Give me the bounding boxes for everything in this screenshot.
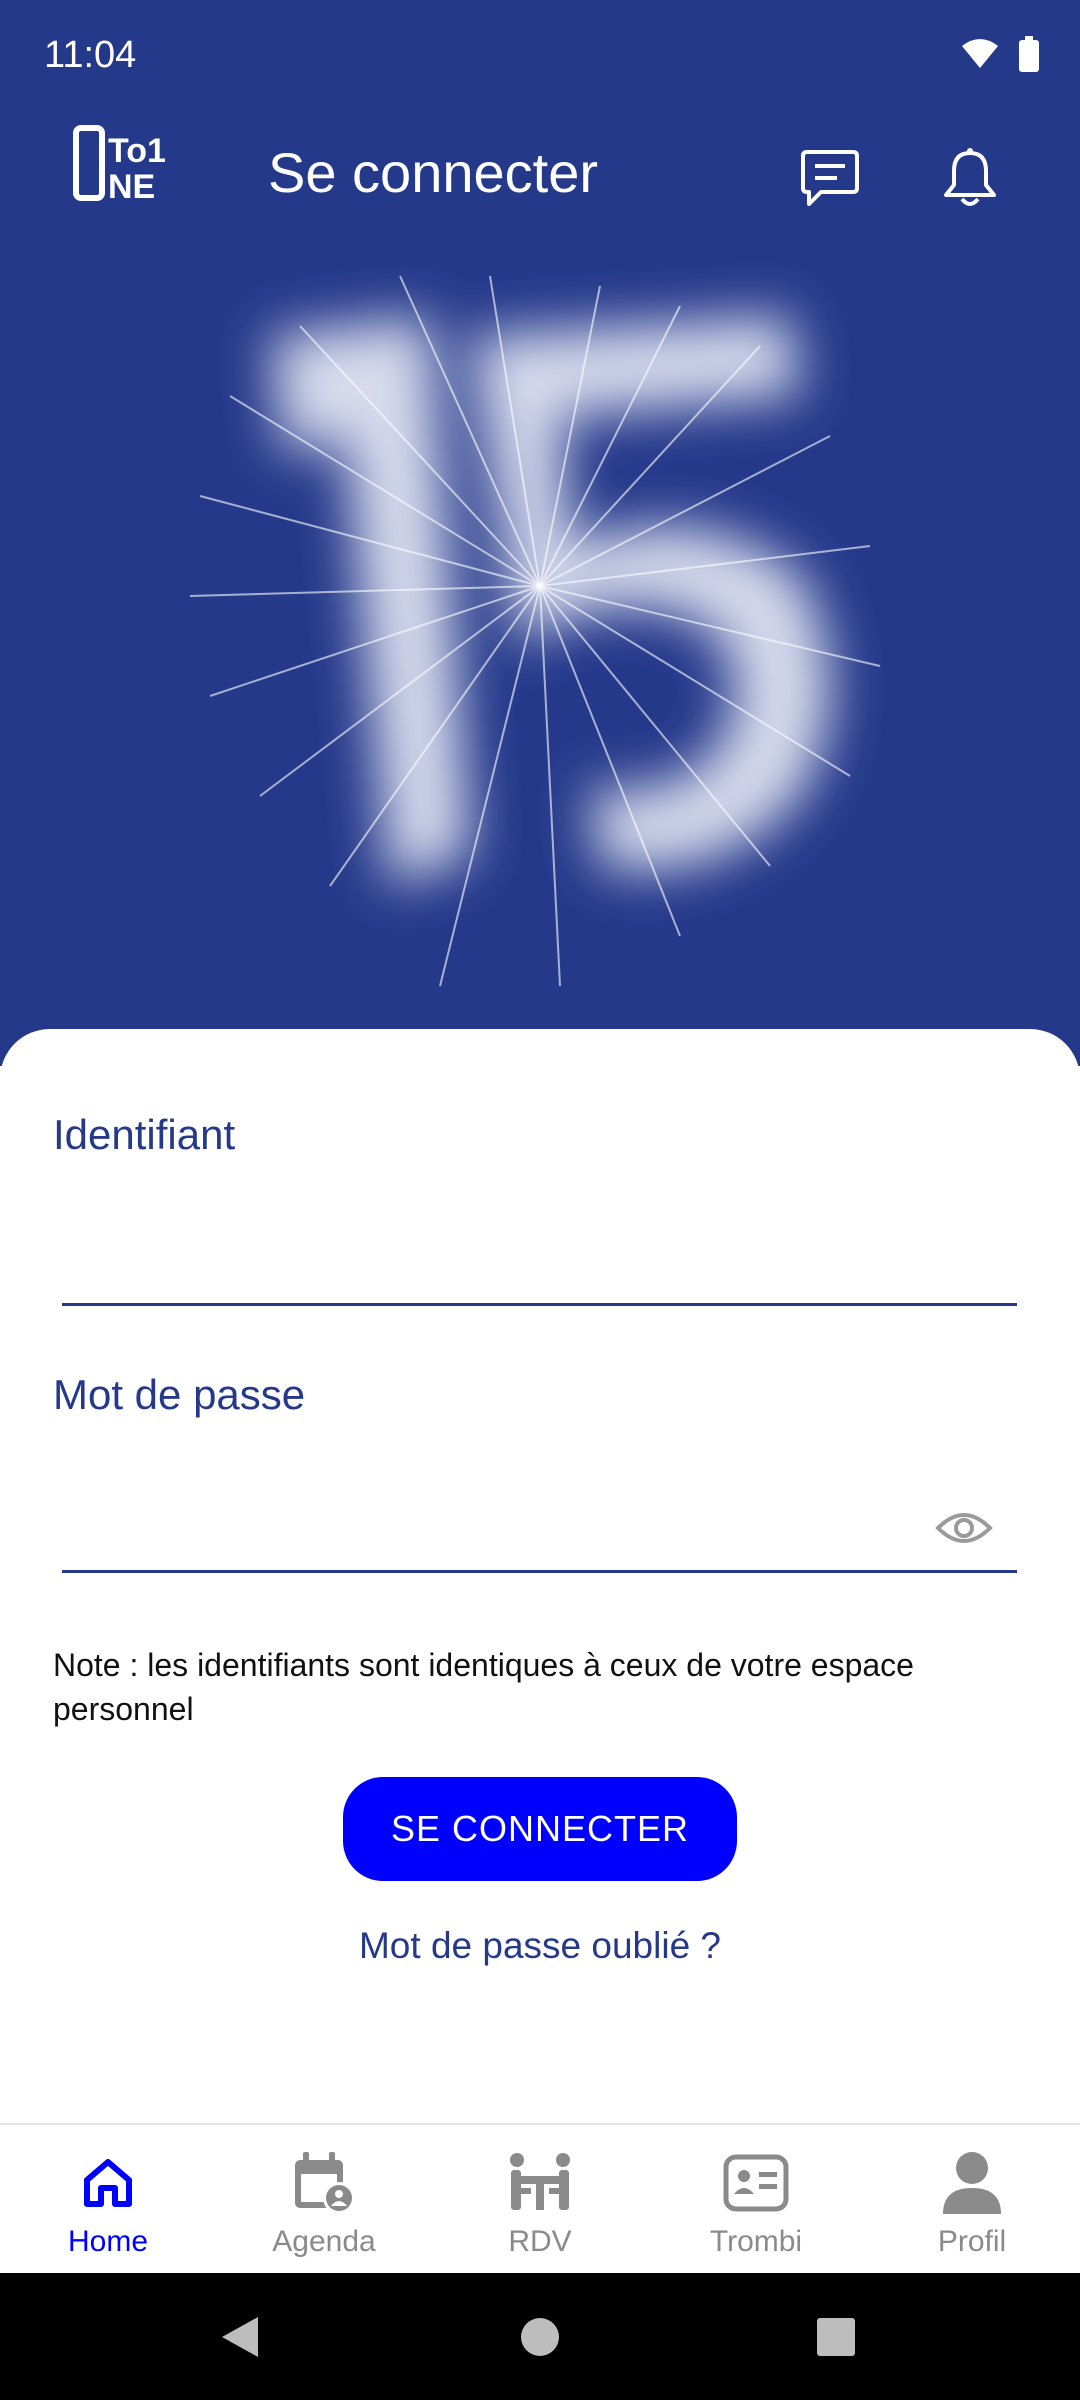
- identifiant-label: Identifiant: [53, 1111, 236, 1158]
- identifiant-underline: [62, 1303, 1017, 1306]
- notifications-button[interactable]: [930, 138, 1010, 218]
- nav-item-rdv[interactable]: RDV: [432, 2125, 648, 2275]
- bell-icon: [944, 148, 996, 206]
- login-button[interactable]: SE CONNECTER: [343, 1777, 737, 1881]
- status-icons: [960, 36, 1040, 72]
- wifi-icon: [962, 39, 998, 68]
- number-15-graphic: [189, 275, 881, 987]
- person-icon: [938, 2149, 1006, 2217]
- nav-label-profil: Profil: [937, 2225, 1007, 2258]
- recents-button[interactable]: [802, 2303, 870, 2371]
- svg-text:To1: To1: [108, 132, 166, 170]
- nav-label-home: Home: [67, 2225, 149, 2258]
- show-password-icon[interactable]: [935, 1508, 993, 1548]
- system-navigation-bar: [0, 2273, 1080, 2400]
- nav-item-profil[interactable]: Profil: [864, 2125, 1080, 2275]
- home-system-button[interactable]: [506, 2303, 574, 2371]
- identifiant-input[interactable]: [62, 1225, 926, 1297]
- nav-item-home[interactable]: Home: [0, 2125, 216, 2275]
- back-button[interactable]: [206, 2303, 274, 2371]
- password-underline: [62, 1570, 1017, 1573]
- app-bar: To1 NE Se connecter: [0, 116, 1080, 246]
- home-circle-icon: [521, 2318, 559, 2356]
- chat-icon: [801, 150, 859, 206]
- password-input[interactable]: [62, 1490, 926, 1562]
- forgot-password-link[interactable]: Mot de passe oublié ?: [0, 1925, 1080, 1967]
- nav-item-trombi[interactable]: Trombi: [648, 2125, 864, 2275]
- hero-banner: [0, 246, 1080, 1066]
- nav-label-rdv: RDV: [508, 2225, 572, 2258]
- bottom-navigation: Home Agenda RDV Trombi Profil: [0, 2123, 1080, 2275]
- password-label: Mot de passe: [53, 1371, 306, 1418]
- meeting-icon: [506, 2149, 574, 2217]
- credentials-note: Note : les identifiants sont identiques …: [53, 1647, 914, 1727]
- home-icon: [74, 2149, 142, 2217]
- battery-icon: [1019, 36, 1039, 72]
- id-card-icon: [722, 2149, 790, 2217]
- page-title: Se connecter: [268, 141, 598, 204]
- messages-button[interactable]: [790, 138, 870, 218]
- app-logo: To1 NE: [73, 125, 166, 204]
- recents-square-icon: [817, 2318, 855, 2356]
- back-triangle-icon: [222, 2317, 258, 2357]
- svg-text:NE: NE: [108, 168, 155, 204]
- status-time: 11:04: [44, 34, 137, 76]
- nav-label-trombi: Trombi: [709, 2225, 803, 2258]
- nav-label-agenda: Agenda: [272, 2225, 376, 2258]
- calendar-user-icon: [290, 2149, 358, 2217]
- nav-item-agenda[interactable]: Agenda: [216, 2125, 432, 2275]
- status-bar: 11:04: [0, 0, 1080, 116]
